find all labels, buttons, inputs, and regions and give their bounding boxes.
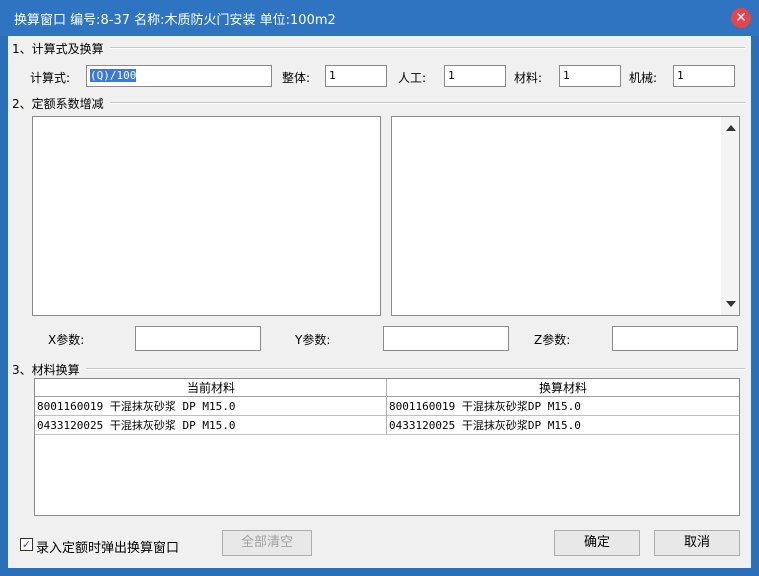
material-label: 材料: xyxy=(514,71,543,85)
z-param-input[interactable] xyxy=(612,326,738,351)
window-title: 换算窗口 编号:8-37 名称:木质防火门安装 单位:100m2 xyxy=(14,13,336,28)
popup-checkbox[interactable]: ✓ xyxy=(20,538,33,551)
title-bar[interactable]: 换算窗口 编号:8-37 名称:木质防火门安装 单位:100m2 ✕ xyxy=(0,0,759,36)
checkbox-label[interactable]: 录入定额时弹出换算窗口 xyxy=(36,537,179,556)
formula-input[interactable]: (Q)/100 xyxy=(86,65,272,87)
coefficient-left-list[interactable] xyxy=(32,116,381,316)
formula-label: 计算式: xyxy=(30,71,71,85)
table-cell[interactable]: 8001160019 干混抹灰砂浆 DP M15.0 xyxy=(35,397,387,416)
x-param-input[interactable] xyxy=(135,326,261,351)
table-cell[interactable]: 8001160019 干混抹灰砂浆DP M15.0 xyxy=(387,397,739,416)
close-icon[interactable]: ✕ xyxy=(731,8,751,28)
conversion-window: 换算窗口 编号:8-37 名称:木质防火门安装 单位:100m2 ✕ 1、计算式… xyxy=(0,0,759,576)
section1-label: 1、计算式及换算 xyxy=(12,40,110,57)
whole-input[interactable]: 1 xyxy=(325,65,387,87)
right-list-scrollbar[interactable] xyxy=(721,117,739,315)
labor-label: 人工: xyxy=(398,71,427,85)
dialog-body: 1、计算式及换算 计算式: (Q)/100 整体: 1 人工: 1 材料: 1 … xyxy=(8,36,751,568)
column-header-replacement[interactable]: 换算材料 xyxy=(387,379,739,397)
scroll-up-icon[interactable] xyxy=(726,125,736,131)
machine-label: 机械: xyxy=(629,71,658,85)
cancel-button[interactable]: 取消 xyxy=(654,530,740,556)
section2-divider xyxy=(12,102,745,104)
material-input[interactable]: 1 xyxy=(559,65,621,87)
formula-value: (Q)/100 xyxy=(90,69,137,82)
table-cell[interactable]: 0433120025 干混抹灰砂浆 DP M15.0 xyxy=(35,416,387,435)
section3-label: 3、材料换算 xyxy=(12,361,86,378)
whole-label: 整体: xyxy=(282,71,311,85)
section2-label: 2、定额系数增减 xyxy=(12,95,110,112)
coefficient-right-list[interactable] xyxy=(391,116,740,316)
z-param-label: Z参数: xyxy=(534,333,571,347)
ok-button[interactable]: 确定 xyxy=(554,530,640,556)
labor-input[interactable]: 1 xyxy=(444,65,506,87)
material-table[interactable]: 当前材料 换算材料 8001160019 干混抹灰砂浆 DP M15.0 800… xyxy=(34,378,740,516)
column-separator xyxy=(386,379,387,435)
y-param-label: Y参数: xyxy=(295,333,331,347)
section3-divider xyxy=(12,368,745,370)
column-header-current[interactable]: 当前材料 xyxy=(35,379,387,397)
y-param-input[interactable] xyxy=(383,326,509,351)
machine-input[interactable]: 1 xyxy=(673,65,735,87)
scroll-down-icon[interactable] xyxy=(726,301,736,307)
section1-divider xyxy=(12,47,745,49)
x-param-label: X参数: xyxy=(48,333,85,347)
table-cell[interactable]: 0433120025 干混抹灰砂浆DP M15.0 xyxy=(387,416,739,435)
clear-all-button[interactable]: 全部清空 xyxy=(222,530,312,556)
